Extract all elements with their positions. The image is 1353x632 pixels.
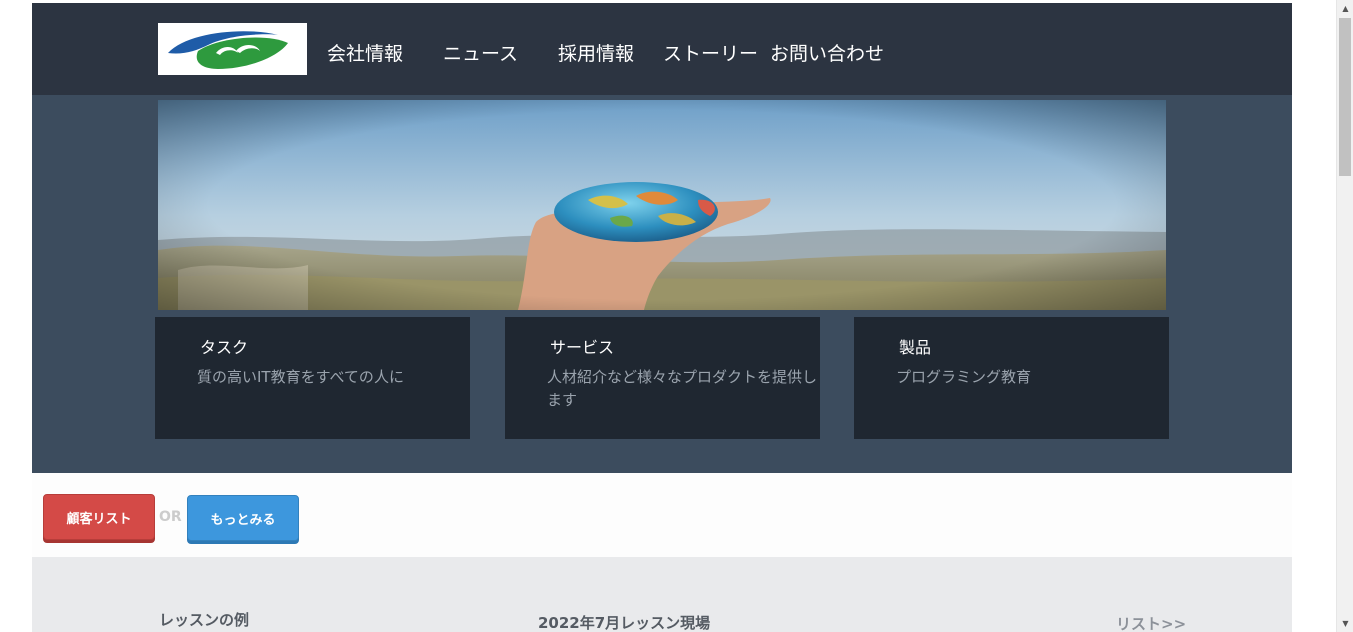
card-description: 質の高いIT教育をすべての人に (197, 368, 404, 386)
top-navigation-bar: 会社情報 ニュース 採用情報 ストーリー お問い合わせ (32, 3, 1292, 95)
customer-list-button[interactable]: 顧客リスト (43, 494, 155, 540)
vertical-scrollbar[interactable]: ▲ ▼ (1336, 0, 1353, 632)
scrollbar-thumb[interactable] (1339, 18, 1351, 176)
lesson-examples-heading: レッスンの例 (159, 611, 250, 629)
nav-company-info[interactable]: 会社情報 (327, 39, 403, 66)
lesson-site-heading: 2022年7月レッスン現場 (538, 614, 711, 632)
card-description: 人材紹介など様々なプロダクトを提供します (547, 368, 818, 409)
or-separator: OR (159, 509, 182, 525)
lessons-section: レッスンの例 2022年7月レッスン現場 リスト>> (32, 557, 1292, 632)
nav-recruitment[interactable]: 採用情報 (558, 39, 634, 66)
card-title: サービス (550, 338, 615, 357)
hero-image-globe-in-hand (158, 100, 1166, 310)
lesson-list-link[interactable]: リスト>> (1116, 613, 1186, 632)
hero-section: タスク 質の高いIT教育をすべての人に サービス 人材紹介など様々なプロダクトを… (32, 95, 1292, 473)
card-task: タスク 質の高いIT教育をすべての人に (155, 317, 470, 439)
nav-stories[interactable]: ストーリー (663, 39, 758, 66)
logo-graphic (168, 31, 288, 69)
nav-news[interactable]: ニュース (443, 39, 518, 66)
card-product: 製品 プログラミング教育 (854, 317, 1169, 439)
see-more-button[interactable]: もっとみる (187, 495, 299, 541)
card-description: プログラミング教育 (896, 368, 1032, 386)
card-title: 製品 (899, 338, 932, 357)
scroll-down-icon[interactable]: ▼ (1337, 615, 1353, 632)
hero-illustration (158, 100, 1166, 310)
card-title: タスク (200, 338, 249, 357)
nav-contact[interactable]: お問い合わせ (770, 39, 884, 66)
scroll-up-icon[interactable]: ▲ (1337, 0, 1353, 17)
company-logo[interactable] (158, 23, 307, 75)
card-service: サービス 人材紹介など様々なプロダクトを提供します (505, 317, 820, 439)
action-buttons-section: 顧客リスト OR もっとみる (32, 473, 1292, 557)
page: 会社情報 ニュース 採用情報 ストーリー お問い合わせ タスク 質の高いIT教育… (32, 3, 1292, 632)
